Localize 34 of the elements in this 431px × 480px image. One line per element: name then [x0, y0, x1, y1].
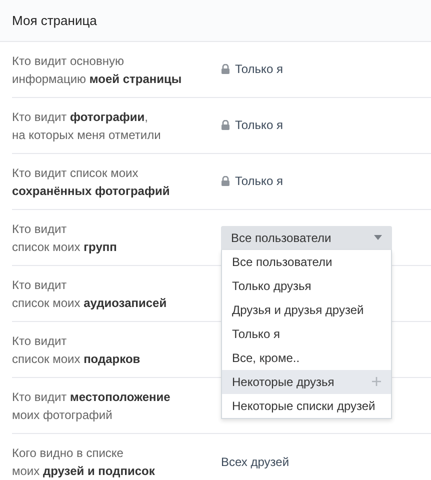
dropdown-option[interactable]: Все пользователи [222, 250, 391, 274]
caret-icon [374, 235, 382, 240]
privacy-value[interactable]: Всех друзей [221, 454, 290, 468]
privacy-dropdown[interactable]: Все пользователи [221, 226, 392, 250]
dropdown-option[interactable]: Некоторые друзья [222, 370, 391, 394]
setting-label: моих друзей и подписок [12, 462, 156, 480]
setting-label: сохранённых фотографий [12, 182, 171, 200]
dropdown-option[interactable]: Только я [222, 322, 391, 346]
dropdown-option[interactable]: Друзья и друзья друзей [222, 298, 391, 322]
setting-label: на которых меня отметили [12, 126, 162, 144]
setting-label: Кто видит [12, 332, 68, 350]
setting-label: моих фотографий [12, 406, 114, 424]
lock-icon [221, 120, 230, 130]
setting-label: Кто видит [12, 220, 68, 238]
setting-label: Кто видит фотографии, [12, 108, 150, 126]
privacy-value[interactable]: Только я [221, 118, 283, 132]
setting-label: Кто видит местоположение [12, 388, 172, 406]
setting-label: Кто видит основную [12, 52, 125, 70]
setting-label: список моих аудиозаписей [12, 294, 168, 312]
lock-icon [221, 176, 230, 186]
page-title: Моя страница [12, 13, 97, 28]
setting-label: список моих подарков [12, 350, 142, 368]
setting-label: информацию моей страницы [12, 70, 183, 88]
setting-label: Кого видно в списке [12, 444, 124, 462]
dropdown-option[interactable]: Некоторые списки друзей [222, 394, 391, 418]
setting-label: Кто видит список моих [12, 164, 140, 182]
privacy-value[interactable]: Только я [221, 62, 283, 76]
dropdown-option[interactable]: Все, кроме.. [222, 346, 391, 370]
privacy-value[interactable]: Только я [221, 174, 283, 188]
plus-icon [372, 377, 381, 386]
lock-icon [221, 64, 230, 74]
setting-label: список моих групп [12, 238, 118, 256]
setting-label: Кто видит [12, 276, 68, 294]
dropdown-option[interactable]: Только друзья [222, 274, 391, 298]
